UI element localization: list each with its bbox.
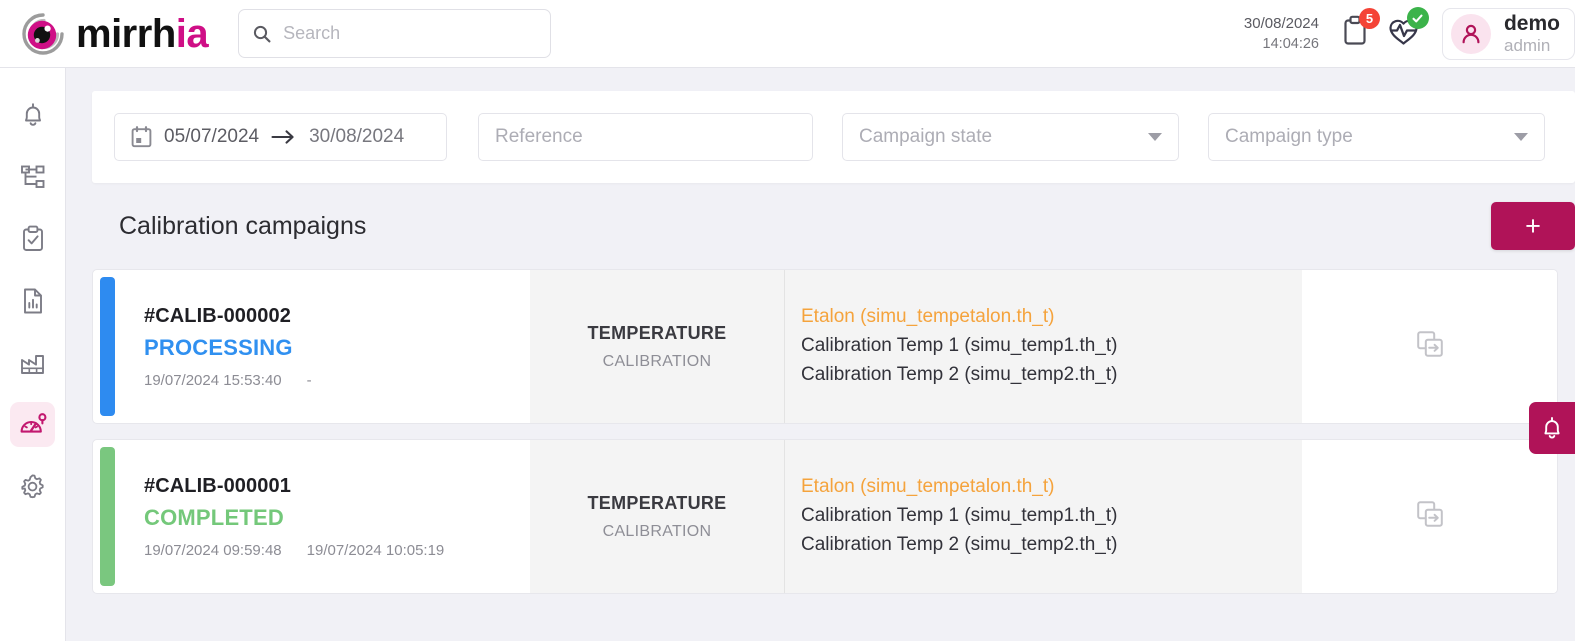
sidebar-item-settings[interactable]	[10, 464, 55, 509]
check-icon	[1412, 14, 1424, 22]
campaign-state-value: Campaign state	[859, 126, 993, 147]
header-datetime: 30/08/2024 14:04:26	[1244, 13, 1319, 55]
date-to-value: 30/08/2024	[309, 126, 405, 147]
user-role: admin	[1503, 35, 1551, 55]
sensor-item: Calibration Temp 1 (simu_temp1.th_t)	[801, 335, 1118, 357]
status-accent-bar	[100, 447, 115, 586]
campaign-type-main: TEMPERATURE	[587, 322, 727, 343]
campaign-list: #CALIB-000002 PROCESSING 19/07/2024 15:5…	[92, 269, 1575, 594]
campaign-start-date: 19/07/2024 15:53:40	[144, 371, 282, 389]
main-content: 05/07/2024 30/08/2024 Reference Campaign…	[66, 68, 1575, 641]
header-time: 14:04:26	[1262, 35, 1319, 52]
sensor-item: Etalon (simu_tempetalon.th_t)	[801, 476, 1055, 498]
status-badge: PROCESSING	[144, 334, 293, 360]
date-from-value: 05/07/2024	[164, 126, 260, 147]
gear-icon	[21, 474, 44, 499]
chevron-down-icon	[1514, 133, 1528, 141]
system-health-button[interactable]	[1387, 7, 1429, 52]
campaign-reference: #CALIB-000001	[144, 474, 291, 497]
sidebar-nav	[0, 68, 66, 641]
sidebar-item-structure[interactable]	[10, 154, 55, 199]
calendar-icon	[131, 126, 152, 148]
sensor-item: Calibration Temp 1 (simu_temp1.th_t)	[801, 505, 1118, 527]
search-icon	[254, 25, 271, 42]
campaign-row[interactable]: #CALIB-000001 COMPLETED 19/07/2024 09:59…	[92, 439, 1558, 594]
chevron-down-icon	[1148, 133, 1162, 141]
sensor-item: Calibration Temp 2 (simu_temp2.th_t)	[801, 363, 1118, 385]
brand-name: mirrhia	[76, 11, 209, 56]
section-header: Calibration campaigns +	[92, 183, 1575, 269]
campaign-type-main: TEMPERATURE	[587, 492, 727, 513]
bell-icon	[1544, 417, 1560, 439]
filter-bar: 05/07/2024 30/08/2024 Reference Campaign…	[92, 91, 1575, 183]
campaign-identity: #CALIB-000002 PROCESSING 19/07/2024 15:5…	[115, 270, 530, 423]
campaign-end-date: 19/07/2024 10:05:19	[306, 541, 445, 559]
campaign-dates: 19/07/2024 15:53:40 -	[144, 372, 530, 389]
brand-name-prefix: mirrh	[76, 11, 176, 56]
app-header: mirrhia 30/08/2024 14:04:26 5	[0, 0, 1575, 68]
user-icon	[1462, 24, 1480, 43]
header-right-cluster: 30/08/2024 14:04:26 5 demo admin	[1244, 0, 1575, 67]
campaign-type: TEMPERATURE CALIBRATION	[530, 440, 784, 593]
reference-field[interactable]: Reference	[478, 113, 813, 161]
global-search[interactable]	[238, 9, 552, 58]
campaign-type-select[interactable]: Campaign type	[1208, 113, 1545, 161]
sidebar-item-tasks[interactable]	[10, 216, 55, 261]
health-ok-badge	[1406, 7, 1429, 29]
sensor-item: Etalon (simu_tempetalon.th_t)	[801, 306, 1055, 328]
duplicate-button[interactable]	[1415, 499, 1445, 534]
user-menu[interactable]: demo admin	[1441, 7, 1575, 60]
sidebar-item-plants[interactable]	[10, 340, 55, 385]
campaign-type-sub: CALIBRATION	[602, 352, 712, 370]
campaign-end-date: -	[306, 371, 312, 389]
document-chart-icon	[23, 288, 42, 313]
search-input[interactable]	[283, 23, 537, 44]
sensor-item: Calibration Temp 2 (simu_temp2.th_t)	[801, 533, 1118, 555]
sidebar-item-calibration[interactable]	[10, 402, 55, 447]
sidebar-item-alerts[interactable]	[10, 92, 55, 137]
brand-logo[interactable]: mirrhia	[16, 6, 209, 62]
arrow-right-icon	[271, 130, 294, 144]
duplicate-icon	[1416, 501, 1443, 527]
reference-placeholder: Reference	[495, 126, 583, 147]
campaign-state-select[interactable]: Campaign state	[842, 113, 1179, 161]
brand-name-accent: ia	[175, 11, 209, 56]
header-date: 30/08/2024	[1243, 14, 1319, 32]
notification-drawer-tab[interactable]	[1529, 402, 1575, 454]
notifications-count-badge: 5	[1358, 8, 1380, 29]
date-range-picker[interactable]: 05/07/2024 30/08/2024	[114, 113, 447, 161]
campaign-type-value: Campaign type	[1225, 126, 1353, 147]
avatar	[1450, 13, 1491, 54]
campaign-dates: 19/07/2024 09:59:48 19/07/2024 10:05:19	[144, 542, 530, 559]
campaign-sensors: Etalon (simu_tempetalon.th_t) Calibration…	[784, 270, 1302, 423]
bell-icon	[24, 102, 41, 126]
campaign-row[interactable]: #CALIB-000002 PROCESSING 19/07/2024 15:5…	[92, 269, 1558, 424]
campaign-type-sub: CALIBRATION	[602, 522, 712, 540]
campaign-identity: #CALIB-000001 COMPLETED 19/07/2024 09:59…	[115, 440, 530, 593]
user-info: demo admin	[1504, 12, 1560, 56]
user-name: demo	[1503, 11, 1560, 35]
campaign-sensors: Etalon (simu_tempetalon.th_t) Calibration…	[784, 440, 1302, 593]
gauge-pin-icon	[20, 412, 46, 433]
campaign-actions	[1302, 440, 1557, 593]
factory-icon	[20, 354, 44, 374]
page-title: Calibration campaigns	[119, 211, 367, 240]
add-campaign-button[interactable]: +	[1491, 202, 1575, 250]
duplicate-button[interactable]	[1415, 329, 1445, 364]
campaign-type: TEMPERATURE CALIBRATION	[530, 270, 784, 423]
mirrhia-eye-logo-icon	[22, 12, 64, 55]
notifications-button[interactable]: 5	[1341, 8, 1380, 52]
status-badge: COMPLETED	[144, 504, 284, 530]
campaign-actions	[1302, 270, 1557, 423]
sitemap-icon	[20, 165, 44, 188]
duplicate-icon	[1416, 331, 1443, 357]
clipboard-check-icon	[22, 225, 43, 251]
campaign-reference: #CALIB-000002	[144, 304, 291, 327]
sidebar-item-reports[interactable]	[10, 278, 55, 323]
status-accent-bar	[100, 277, 115, 416]
campaign-start-date: 19/07/2024 09:59:48	[144, 541, 282, 559]
